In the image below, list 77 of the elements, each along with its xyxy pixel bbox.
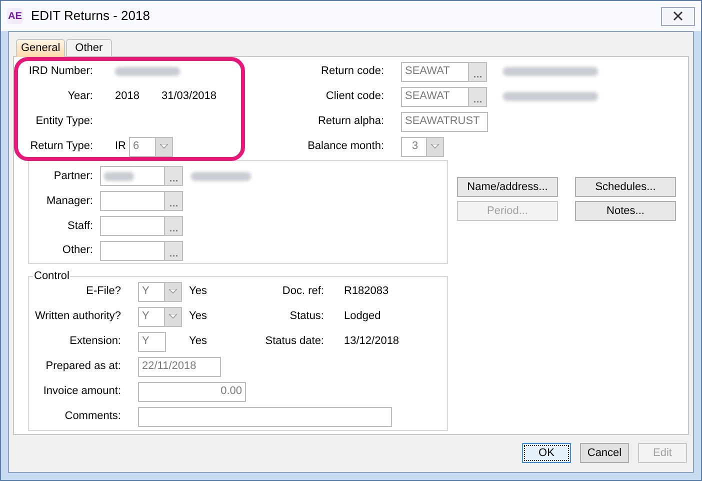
field-label: Manager: [46,194,93,209]
redacted-text [104,172,134,181]
dialog-button[interactable]: Notes... [575,201,676,221]
field-label: Return alpha: [316,114,384,130]
close-icon [673,11,683,21]
field-value: 31/03/2018 [161,89,217,104]
combo-box[interactable]: Y [138,306,182,326]
field-label: Written authority? [34,309,121,324]
field-label: Invoice amount: [42,384,121,400]
text-field[interactable] [138,406,392,426]
field-label: E-File? [85,284,121,300]
field-value: R182083 [344,284,389,300]
ellipsis-button[interactable] [164,167,182,186]
tab[interactable]: Other [66,39,112,56]
field-value: 13/12/2018 [344,334,400,350]
dropdown-button[interactable] [426,138,443,156]
field-label: Return Type: [29,139,93,154]
field-value: 2018 [115,89,140,104]
dropdown-button[interactable] [164,308,181,326]
tab[interactable]: General [16,39,66,57]
caret-icon [169,289,177,294]
dropdown-button[interactable] [164,282,181,300]
lookup-field[interactable] [100,191,183,212]
window-title: EDIT Returns - 2018 [31,7,150,26]
redacted-text [115,67,180,76]
combo-box[interactable]: 3 [401,136,444,156]
ellipsis-button[interactable] [468,88,486,106]
field-label: Balance month: [306,139,384,154]
text-field[interactable]: 22/11/2018 [138,356,221,376]
text-field[interactable]: Y [138,332,166,352]
field-label: Return code: [320,64,384,80]
field-label: Other: [61,243,93,258]
lookup-field[interactable]: SEAWAT [401,62,487,82]
dots-icon [170,230,178,232]
field-label: Entity Type: [34,114,93,130]
field-label: Extension: [68,334,121,350]
lookup-field[interactable]: SEAWAT [401,86,487,106]
combo-box[interactable]: Y [138,282,182,302]
lookup-field[interactable] [100,216,183,236]
field-label: IRD Number: [28,64,93,80]
close-button[interactable] [661,6,695,26]
dropdown-button[interactable] [155,138,172,156]
field-label: Prepared as at: [44,359,121,374]
text-field[interactable]: SEAWATRUST [401,112,488,132]
dialog-button[interactable]: Cancel [580,443,629,463]
text-field[interactable]: 0.00 [138,382,246,402]
field-label: Staff: [66,218,93,234]
ellipsis-button[interactable] [164,216,182,235]
lookup-field[interactable] [100,166,183,186]
field-label: Comments: [64,409,121,424]
dots-icon [170,180,178,182]
field-prefix: IR [115,139,126,154]
dialog-button[interactable]: Schedules... [575,177,676,197]
combo-box[interactable]: 6 [129,136,173,156]
ellipsis-button[interactable] [164,242,182,260]
caret-icon [169,314,177,319]
field-label: Status: [288,309,324,324]
dots-icon [170,205,178,208]
field-label: Doc. ref: [281,284,324,300]
dialog-button[interactable]: OK [522,443,571,463]
lookup-field[interactable] [100,240,183,261]
app-logo: AE [7,8,23,24]
field-label: Year: [66,89,93,104]
field-label: Partner: [52,169,93,184]
ellipsis-button[interactable] [468,62,486,80]
dots-icon [170,254,178,257]
ellipsis-button[interactable] [164,192,182,210]
field-value: Yes [189,309,207,324]
field-value: Yes [189,284,207,300]
field-label: Status date: [264,334,324,350]
dialog-button[interactable]: Name/address... [457,177,558,197]
field-value: Yes [189,334,207,350]
field-value: Lodged [344,309,381,324]
caret-icon [431,144,439,149]
field-label: Client code: [324,89,384,104]
redacted-text [191,172,251,181]
caret-icon [160,144,168,149]
